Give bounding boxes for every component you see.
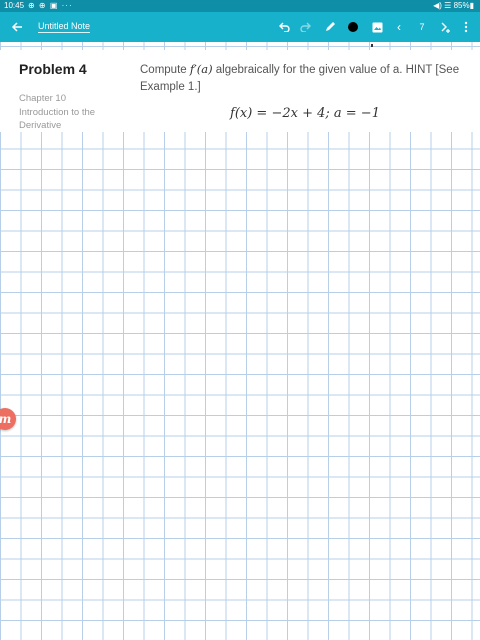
note-title[interactable]: Untitled Note xyxy=(38,21,91,33)
problem-title: Problem 4 xyxy=(19,61,87,77)
problem-statement: Compute f′(a) algebraically for the give… xyxy=(140,61,470,96)
next-add-icon[interactable] xyxy=(436,12,454,42)
back-arrow-icon[interactable] xyxy=(6,12,28,42)
app-badge-label: m xyxy=(0,412,11,426)
undo-icon[interactable] xyxy=(274,12,294,42)
battery-status: ◀) ☰ 85%▮ xyxy=(433,1,474,10)
notification-icons: ⊕ ⊕ ▣ ··· xyxy=(28,1,73,10)
more-vertical-icon[interactable] xyxy=(458,12,474,42)
color-picker-button[interactable] xyxy=(343,12,363,42)
status-bar: 10:45 ⊕ ⊕ ▣ ··· ◀) ☰ 85%▮ xyxy=(0,0,480,12)
problem-formula: f(x) = −2x + 4; a = −1 xyxy=(230,106,380,121)
chevron-left-icon[interactable]: ‹ xyxy=(390,12,408,42)
pen-icon[interactable] xyxy=(320,12,340,42)
topic-line-1: Introduction to the xyxy=(19,106,96,118)
page-number: 7 xyxy=(419,22,425,32)
image-icon[interactable] xyxy=(367,12,387,42)
chapter-info: Chapter 10 Introduction to the Derivativ… xyxy=(19,92,119,133)
prompt-text-before: Compute xyxy=(140,64,190,76)
note-toolbar: Untitled Note ‹ 7 xyxy=(0,12,480,42)
selected-color-icon xyxy=(348,22,358,32)
prompt-math: f′(a) xyxy=(189,62,213,76)
topic-line-2: Derivative xyxy=(19,120,62,131)
redo-icon[interactable] xyxy=(296,12,316,42)
status-time: 10:45 xyxy=(4,1,25,10)
chapter-label: Chapter 10 xyxy=(19,93,67,104)
ink-mark xyxy=(371,44,373,47)
problem-card: Problem 4 Chapter 10 Introduction to the… xyxy=(0,50,480,132)
